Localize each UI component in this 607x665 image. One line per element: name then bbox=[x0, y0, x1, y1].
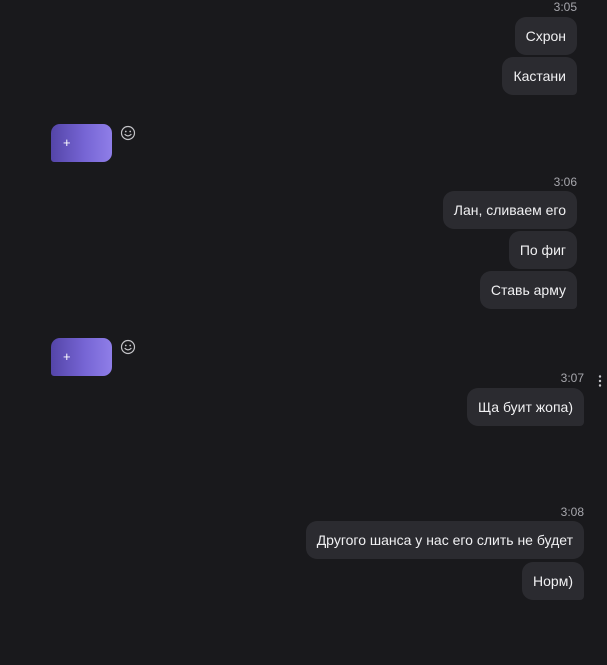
message-bubble[interactable]: Лан, сливаем его bbox=[442, 191, 577, 229]
more-vertical-icon[interactable] bbox=[597, 374, 603, 388]
message-bubble[interactable]: Ща буит жопа) bbox=[467, 388, 584, 426]
message-bubble[interactable]: Кастани bbox=[502, 57, 577, 95]
message-bubble[interactable]: Схрон bbox=[514, 17, 577, 55]
timestamp: 3:06 bbox=[553, 175, 577, 189]
sticker-card[interactable]: + bbox=[51, 124, 112, 162]
smiley-icon[interactable] bbox=[120, 339, 136, 355]
timestamp: 3:05 bbox=[553, 0, 577, 14]
message-bubble[interactable]: Ставь арму bbox=[479, 271, 577, 309]
sticker-card[interactable]: + bbox=[51, 338, 112, 376]
smiley-icon[interactable] bbox=[120, 125, 136, 141]
message-bubble[interactable]: Норм) bbox=[522, 562, 584, 600]
message-bubble[interactable]: Другого шанса у нас его слить не будет bbox=[305, 521, 584, 559]
message-bubble[interactable]: По фиг bbox=[508, 231, 577, 269]
timestamp: 3:08 bbox=[560, 505, 584, 519]
timestamp: 3:07 bbox=[560, 371, 584, 385]
